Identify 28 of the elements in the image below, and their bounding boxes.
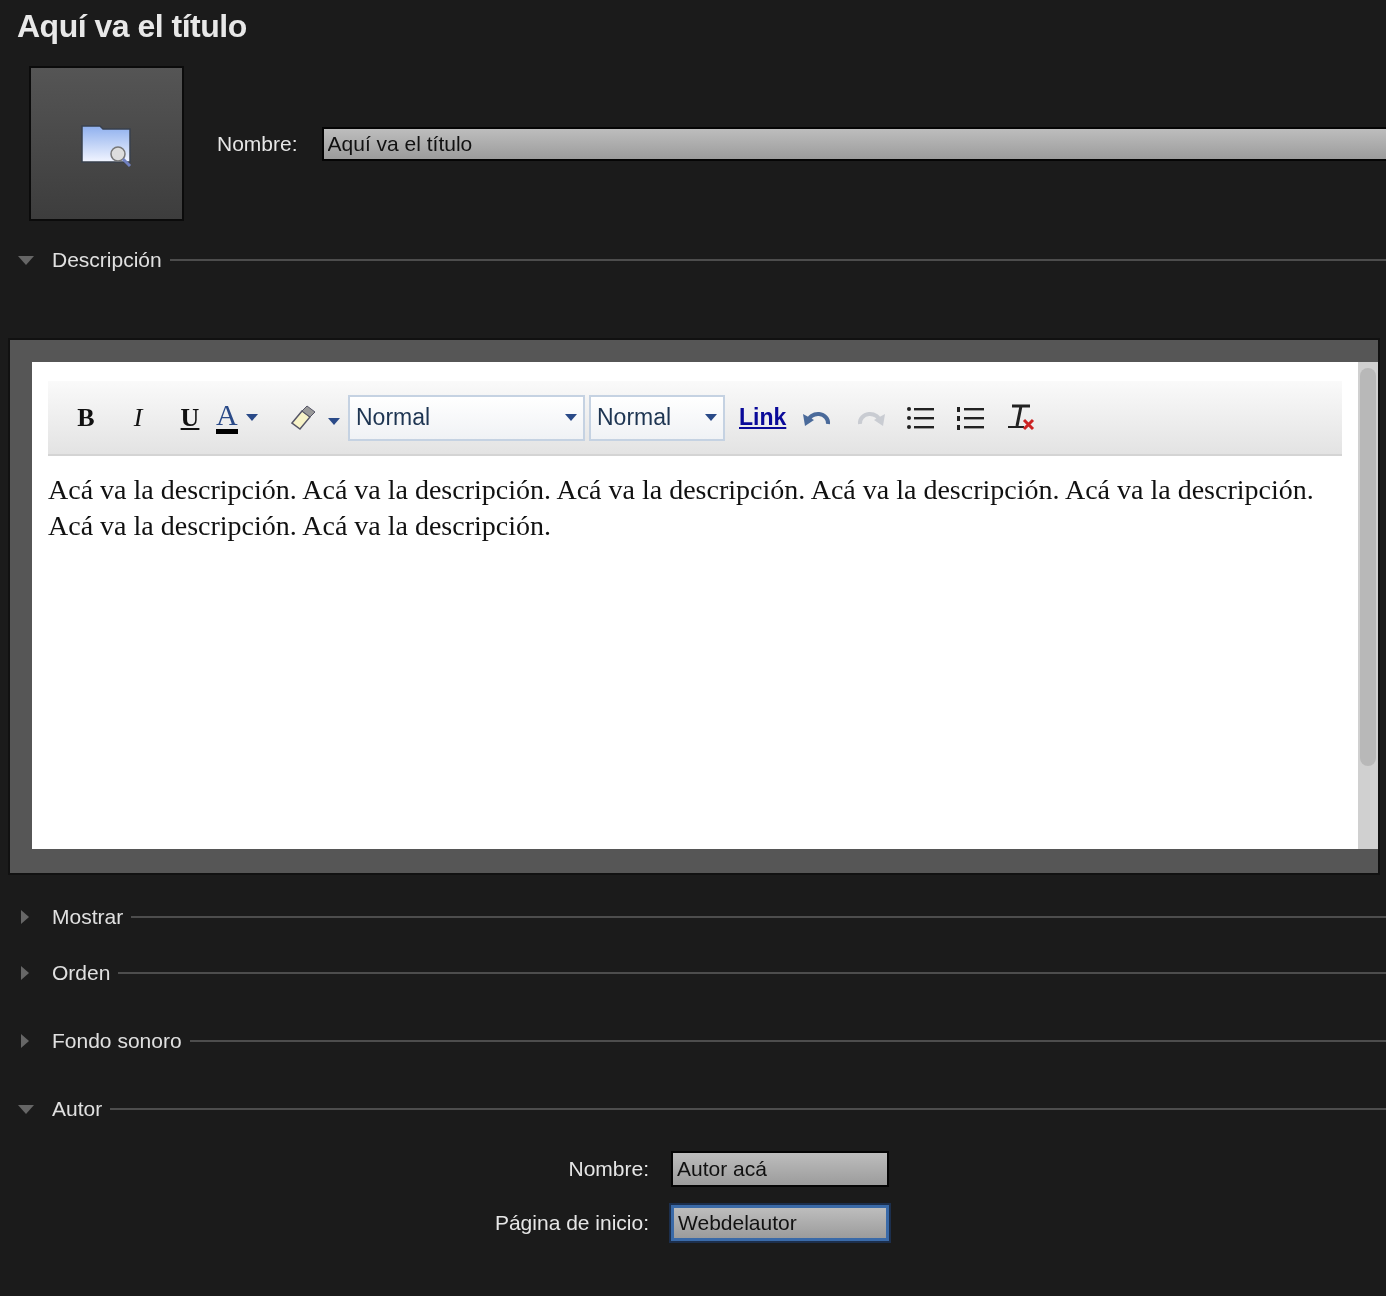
section-header[interactable]: Fondo sonoro (52, 1029, 182, 1053)
format-dropdown[interactable]: Normal (348, 394, 585, 441)
thumbnail-frame[interactable] (29, 66, 184, 221)
name-field[interactable]: Aquí va el título (321, 126, 1386, 161)
disclosure-triangle-down-icon[interactable] (16, 1102, 36, 1116)
underline-button[interactable]: U (164, 397, 216, 438)
scrollbar-track[interactable] (1358, 362, 1378, 849)
clear-formatting-icon[interactable] (1006, 402, 1037, 433)
numbered-list-icon[interactable] (956, 404, 987, 431)
bold-button[interactable]: B (60, 397, 112, 438)
italic-button[interactable]: I (112, 397, 164, 438)
section-header[interactable]: Descripción (52, 248, 162, 272)
field-label: Página de inicio: (494, 1211, 650, 1235)
link-button[interactable]: Link (739, 404, 787, 431)
field-label: Nombre: (567, 1157, 650, 1181)
bulleted-list-icon[interactable] (906, 404, 937, 431)
section-header[interactable]: Autor (52, 1097, 103, 1121)
text-field[interactable]: Autor acá (671, 1151, 890, 1187)
field-label: Nombre: (217, 131, 298, 156)
disclosure-triangle-down-icon[interactable] (16, 253, 36, 267)
section-header[interactable]: Mostrar (52, 905, 124, 929)
page-title: Aquí va el título (16, 7, 248, 46)
text-color-button[interactable]: A (216, 397, 288, 438)
text-field[interactable]: Webdelautor (671, 1205, 890, 1241)
section-header[interactable]: Orden (52, 961, 111, 985)
description-text: Acá va la descripción. Acá va la descripción. Acá va la descripción. Acá va la descripción. Acá va la descripción. Acá va la descripción. Acá va la descripción. (48, 473, 1315, 543)
format-dropdown[interactable]: Normal (589, 394, 725, 441)
scrollbar-thumb[interactable] (1360, 368, 1376, 766)
